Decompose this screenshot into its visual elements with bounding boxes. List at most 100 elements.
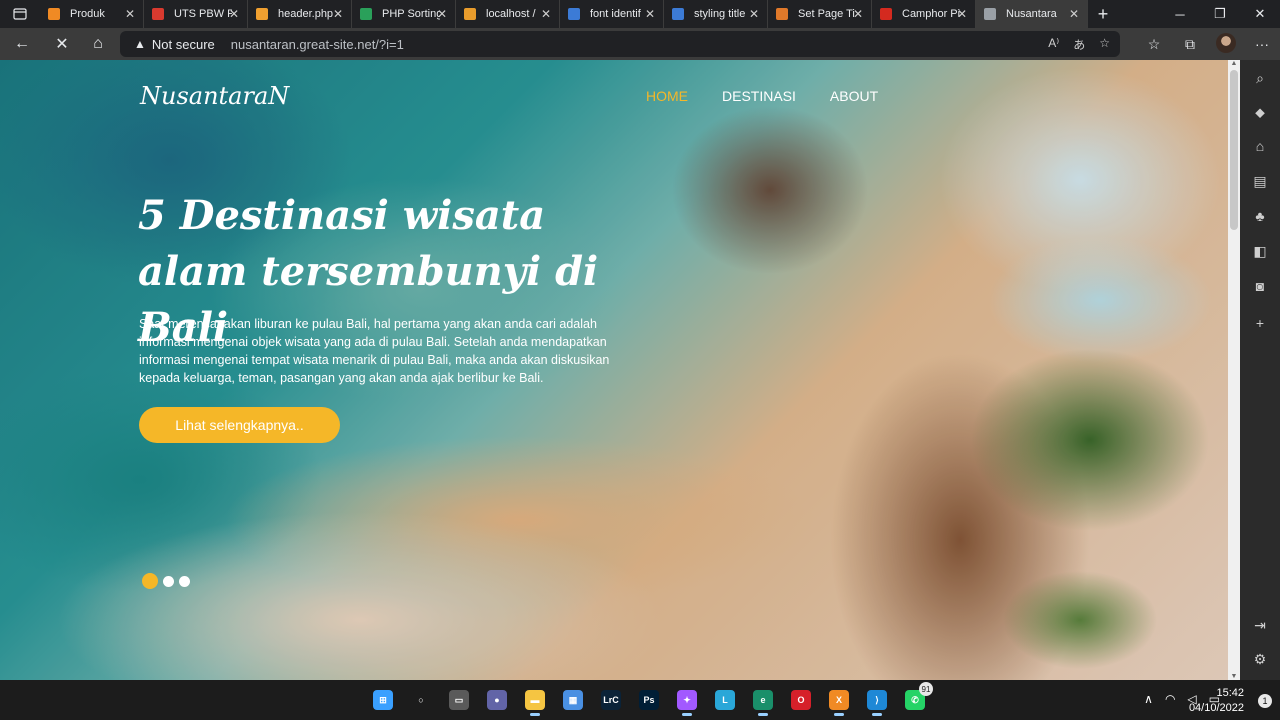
translate-icon[interactable]: あ (1073, 36, 1085, 53)
add-favorite-icon[interactable]: ☆ (1099, 36, 1110, 53)
close-tab-icon[interactable]: ✕ (541, 7, 551, 21)
browser-tab[interactable]: Produk ✕ (40, 0, 144, 28)
new-tab-icon[interactable]: + (1088, 4, 1118, 25)
close-tab-icon[interactable]: ✕ (749, 7, 759, 21)
close-tab-icon[interactable]: ✕ (125, 7, 135, 21)
browser-tab[interactable]: styling title ✕ (664, 0, 768, 28)
teams-chat-taskbar-icon[interactable]: ● (481, 684, 513, 716)
stop-loading-icon[interactable]: ✕ (44, 28, 80, 60)
figma-taskbar-icon[interactable]: ✦ (671, 684, 703, 716)
hide-sidebar-icon[interactable]: ⇥ (1240, 617, 1280, 634)
games-icon[interactable]: ♣ (1240, 208, 1280, 224)
tab-favicon (568, 8, 580, 20)
site-logo[interactable]: NusantaraN (140, 82, 289, 110)
add-sidebar-icon[interactable]: + (1240, 315, 1280, 331)
file-explorer-taskbar-icon[interactable]: ▬ (519, 684, 551, 716)
l-app-icon: L (715, 690, 735, 710)
store-taskbar-icon[interactable]: ▦ (557, 684, 589, 716)
l-app-taskbar-icon[interactable]: L (709, 684, 741, 716)
close-tab-icon[interactable]: ✕ (437, 7, 447, 21)
back-icon[interactable]: ← (0, 28, 44, 60)
browser-tab[interactable]: localhost / ✕ (456, 0, 560, 28)
tab-title: PHP Sorting (382, 8, 440, 20)
slider-dot[interactable] (179, 575, 190, 587)
start-taskbar-icon[interactable]: ⊞ (367, 684, 399, 716)
opera-icon: O (791, 690, 811, 710)
shopping-tag-icon[interactable]: ⌂ (1240, 138, 1280, 154)
search-taskbar-icon[interactable]: ○ (405, 684, 437, 716)
address-bar[interactable]: ▲ Not secure nusantaran.great-site.net/?… (120, 31, 1120, 57)
nav-link-about[interactable]: ABOUT (830, 88, 878, 104)
slider-dot[interactable] (142, 573, 158, 589)
notification-badge[interactable]: 1 (1258, 694, 1272, 708)
close-tab-icon[interactable]: ✕ (1069, 7, 1079, 21)
photoshop-taskbar-icon[interactable]: Ps (633, 684, 665, 716)
task-view-icon: ▭ (449, 690, 469, 710)
xampp-taskbar-icon[interactable]: X (823, 684, 855, 716)
discover-icon[interactable]: ⬥ (1240, 104, 1280, 121)
slider-dots (142, 573, 190, 589)
close-tab-icon[interactable]: ✕ (645, 7, 655, 21)
tab-title: Camphor Pi (902, 8, 960, 20)
windows-taskbar: ⊞ ○ ▭ ● ▬ ▦ LrC Ps ✦ Le O X ⟩ ✆ 91 ∧ ◠ ◁ ▭ 15:42 04/10… (0, 680, 1280, 720)
read-aloud-icon[interactable]: A⁾ (1048, 36, 1059, 53)
whatsapp-taskbar-icon[interactable]: ✆ 91 (899, 682, 933, 716)
browser-tab[interactable]: Set Page Ti ✕ (768, 0, 872, 28)
scrollbar-thumb[interactable] (1230, 70, 1238, 230)
edge-sidebar: ⌕ ⬥ ⌂ ▤ ♣ ◧ ◙ + ⇥ ⚙ (1240, 60, 1280, 680)
tab-actions-icon[interactable] (0, 0, 40, 28)
vscode-icon: ⟩ (867, 690, 887, 710)
office-icon[interactable]: ◧ (1240, 243, 1280, 260)
browser-tab[interactable]: UTS PBW Pi ✕ (144, 0, 248, 28)
close-tab-icon[interactable]: ✕ (333, 7, 343, 21)
search-icon: ○ (411, 690, 431, 710)
security-label[interactable]: Not secure (152, 37, 215, 52)
clock[interactable]: 15:42 04/10/2022 (1189, 686, 1244, 716)
home-icon[interactable]: ⌂ (80, 28, 116, 60)
browser-tab[interactable]: PHP Sorting ✕ (352, 0, 456, 28)
page-scrollbar[interactable]: ▲ ▼ (1228, 60, 1240, 680)
figma-icon: ✦ (677, 690, 697, 710)
nav-link-home[interactable]: HOME (646, 88, 688, 104)
toolbox-icon[interactable]: ▤ (1240, 173, 1280, 190)
nav-link-destinasi[interactable]: DESTINASI (722, 88, 796, 104)
outlook-icon[interactable]: ◙ (1240, 278, 1280, 294)
browser-tab[interactable]: Camphor Pi ✕ (872, 0, 976, 28)
main-nav: HOME DESTINASI ABOUT (646, 88, 878, 104)
browser-tab[interactable]: header.php ✕ (248, 0, 352, 28)
tab-favicon (256, 8, 268, 20)
more-menu-icon[interactable]: ··· (1244, 36, 1280, 52)
slider-dot[interactable] (163, 575, 174, 587)
scroll-down-icon[interactable]: ▼ (1228, 673, 1240, 680)
sidebar-settings-icon[interactable]: ⚙ (1240, 651, 1280, 668)
minimize-icon[interactable]: ─ (1160, 0, 1200, 28)
browser-tab[interactable]: Nusantara ✕ (976, 0, 1088, 28)
tab-favicon (464, 8, 476, 20)
vscode-taskbar-icon[interactable]: ⟩ (861, 684, 893, 716)
whatsapp-badge: 91 (919, 682, 933, 696)
search-icon[interactable]: ⌕ (1240, 70, 1280, 87)
collections-icon[interactable]: ⧉ (1172, 36, 1208, 53)
close-tab-icon[interactable]: ✕ (853, 7, 863, 21)
edge-taskbar-icon[interactable]: e (747, 684, 779, 716)
scroll-up-icon[interactable]: ▲ (1228, 60, 1240, 67)
clock-date: 04/10/2022 (1188, 702, 1244, 714)
lightroom-taskbar-icon[interactable]: LrC (595, 684, 627, 716)
close-window-icon[interactable]: ✕ (1240, 0, 1280, 28)
store-icon: ▦ (563, 690, 583, 710)
browser-tab[interactable]: font identif ✕ (560, 0, 664, 28)
url-text[interactable]: nusantaran.great-site.net/?i=1 (231, 37, 404, 52)
close-tab-icon[interactable]: ✕ (229, 7, 239, 21)
favorites-icon[interactable]: ☆ (1136, 36, 1172, 53)
tab-title: Set Page Ti (798, 8, 855, 20)
close-tab-icon[interactable]: ✕ (957, 7, 967, 21)
tab-favicon (672, 8, 684, 20)
task-view-taskbar-icon[interactable]: ▭ (443, 684, 475, 716)
hero-section: NusantaraN HOME DESTINASI ABOUT 5 Destinas… (0, 60, 1228, 680)
show-hidden-icons-icon[interactable]: ∧ (1144, 692, 1153, 706)
read-more-button[interactable]: Lihat selengkapnya.. (139, 407, 340, 443)
opera-taskbar-icon[interactable]: O (785, 684, 817, 716)
profile-avatar[interactable] (1208, 32, 1244, 56)
maximize-icon[interactable]: ❐ (1200, 0, 1240, 28)
wifi-icon[interactable]: ◠ (1165, 692, 1175, 706)
